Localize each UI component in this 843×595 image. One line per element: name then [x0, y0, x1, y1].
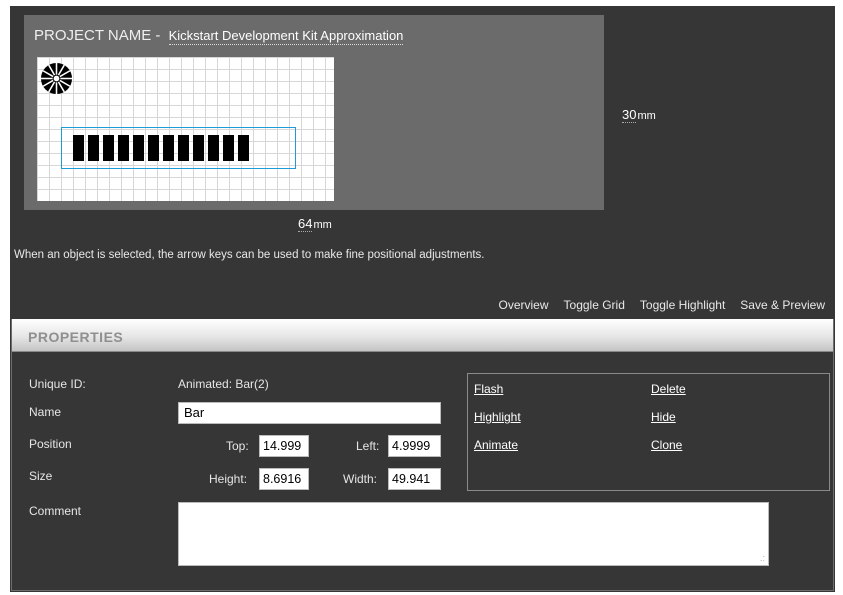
height-dimension-unit: mm: [637, 110, 656, 122]
bar-segment: [238, 135, 249, 161]
hide-link[interactable]: Hide: [651, 410, 676, 424]
toggle-highlight-link[interactable]: Toggle Highlight: [640, 298, 725, 312]
height-dimension: 30mm: [622, 107, 656, 123]
bar-segment: [133, 135, 144, 161]
bar-segment: [208, 135, 219, 161]
properties-panel: PROPERTIES Unique ID: Animated: Bar(2) N…: [11, 319, 834, 591]
bar-segment: [118, 135, 129, 161]
bar-segment: [163, 135, 174, 161]
highlight-link[interactable]: Highlight: [474, 410, 521, 424]
project-name-label: PROJECT NAME -: [34, 27, 165, 44]
clone-link[interactable]: Clone: [651, 438, 682, 452]
width-dimension: 64mm: [298, 216, 332, 232]
comment-label: Comment: [29, 504, 82, 518]
bar-segment: [73, 135, 84, 161]
overview-link[interactable]: Overview: [499, 298, 549, 312]
top-input[interactable]: 14.999: [259, 435, 309, 457]
left-input[interactable]: 4.9999: [388, 435, 441, 457]
wheel-object[interactable]: [40, 62, 73, 95]
actions-box: Flash Highlight Animate Delete Hide Clon…: [467, 373, 830, 491]
height-input[interactable]: 8.6916: [259, 468, 309, 490]
size-label: Size: [29, 469, 53, 483]
properties-title: PROPERTIES: [28, 329, 124, 345]
width-input[interactable]: 49.941: [388, 468, 441, 490]
design-canvas[interactable]: [37, 57, 334, 201]
project-title: PROJECT NAME - Kickstart Development Kit…: [34, 27, 404, 45]
save-preview-link[interactable]: Save & Preview: [740, 298, 825, 312]
name-input[interactable]: Bar: [178, 402, 441, 424]
name-label: Name: [29, 405, 62, 419]
toolbar: Overview Toggle Grid Toggle Highlight Sa…: [499, 298, 825, 312]
bar-segment: [178, 135, 189, 161]
bar-segment: [88, 135, 99, 161]
editor-app: PROJECT NAME - Kickstart Development Kit…: [10, 6, 835, 592]
height-label: Height:: [209, 472, 248, 486]
project-name-link[interactable]: Kickstart Development Kit Approximation: [168, 28, 404, 45]
flash-link[interactable]: Flash: [474, 382, 503, 396]
unique-id-value: Animated: Bar(2): [178, 377, 269, 391]
bar-object-selection[interactable]: [61, 127, 296, 169]
project-panel: PROJECT NAME - Kickstart Development Kit…: [24, 15, 604, 210]
properties-header: PROPERTIES: [12, 319, 833, 352]
left-label: Left:: [356, 439, 380, 453]
comment-textarea[interactable]: .:: [178, 502, 769, 566]
height-dimension-value[interactable]: 30: [622, 107, 637, 123]
resize-grip-icon[interactable]: .:: [760, 553, 765, 563]
bar-segment: [223, 135, 234, 161]
bar-segment: [193, 135, 204, 161]
unique-id-label: Unique ID:: [29, 377, 86, 391]
hint-text: When an object is selected, the arrow ke…: [14, 249, 485, 261]
animate-link[interactable]: Animate: [474, 438, 518, 452]
toggle-grid-link[interactable]: Toggle Grid: [564, 298, 625, 312]
width-label: Width:: [343, 472, 378, 486]
delete-link[interactable]: Delete: [651, 382, 686, 396]
width-dimension-value[interactable]: 64: [298, 216, 313, 232]
bar-segment: [148, 135, 159, 161]
top-label: Top:: [226, 439, 249, 453]
bar-object[interactable]: [73, 135, 249, 161]
position-label: Position: [29, 437, 72, 451]
width-dimension-unit: mm: [313, 219, 332, 231]
bar-segment: [103, 135, 114, 161]
